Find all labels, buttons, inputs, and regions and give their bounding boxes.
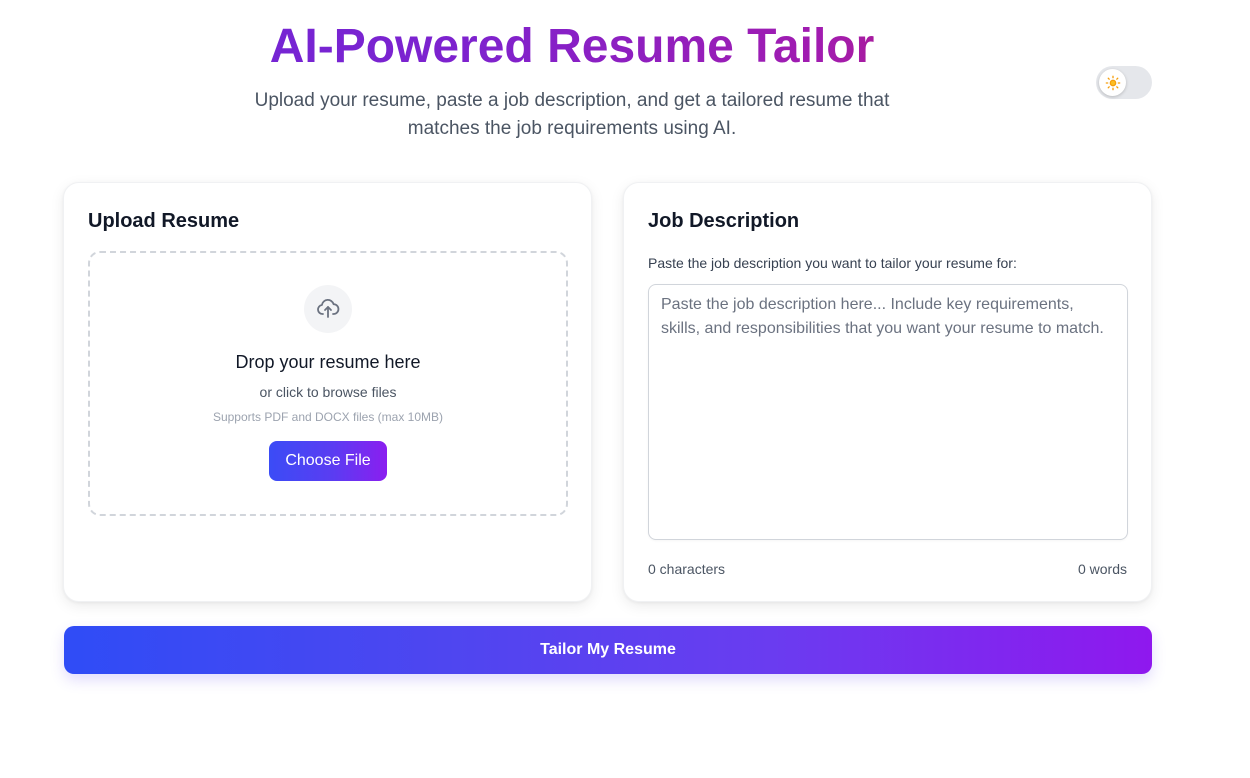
page-subtitle: Upload your resume, paste a job descript… [254,90,890,139]
upload-icon-circle [304,285,352,333]
drop-subtext: or click to browse files [259,384,397,400]
page: AI-Powered Resume Tailor Upload your res… [0,0,1250,778]
file-support-note: Supports PDF and DOCX files (max 10MB) [212,410,444,424]
job-card-title: Job Description [648,210,800,232]
drop-heading: Drop your resume here [235,352,421,372]
tailor-resume-button[interactable]: Tailor My Resume [64,626,1152,674]
upload-resume-card: Upload Resume Drop your resume here or c… [63,182,592,602]
choose-file-button[interactable]: Choose File [269,441,387,481]
word-count: 0 words [1077,561,1127,577]
resume-dropzone[interactable]: Drop your resume here or click to browse… [88,251,568,516]
upload-card-title: Upload Resume [88,210,240,232]
job-description-card: Job Description Paste the job descriptio… [623,182,1152,602]
sun-icon [1105,75,1120,90]
theme-toggle[interactable] [1096,66,1152,99]
page-title: AI-Powered Resume Tailor [64,18,1080,76]
job-description-textarea[interactable] [648,284,1128,540]
theme-toggle-knob [1099,69,1126,96]
job-description-label: Paste the job description you want to ta… [648,255,1017,271]
cloud-upload-icon [317,299,340,318]
character-count: 0 characters [648,561,726,577]
